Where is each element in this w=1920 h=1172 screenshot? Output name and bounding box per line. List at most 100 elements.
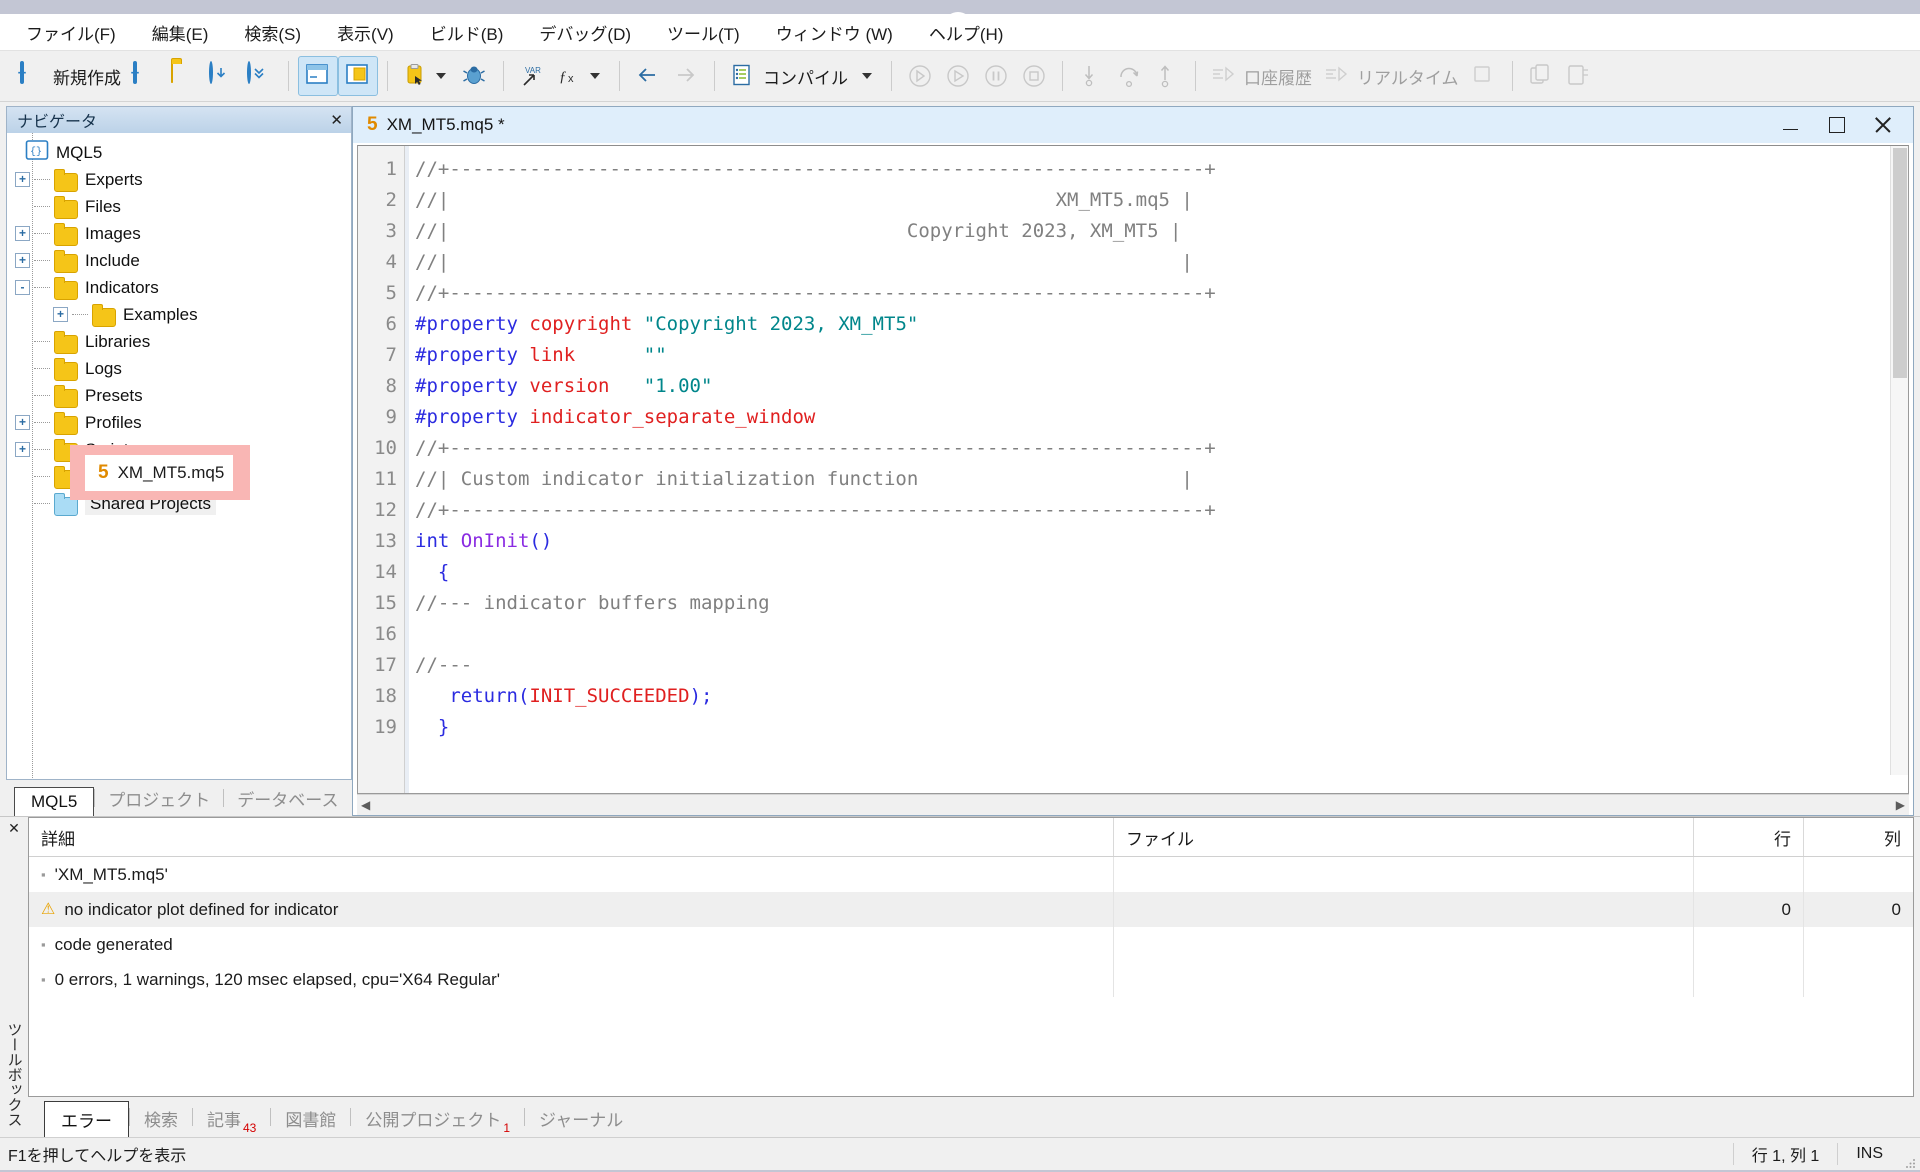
menu-window[interactable]: ウィンドウ (W) — [776, 20, 893, 45]
menu-file[interactable]: ファイル(F) — [26, 20, 116, 45]
scroll-right-icon[interactable]: ▶ — [1896, 798, 1905, 812]
menu-build[interactable]: ビルド(B) — [430, 20, 504, 45]
debug-pause-button[interactable] — [977, 57, 1015, 95]
column-header-file[interactable]: ファイル — [1113, 818, 1693, 856]
tree-expand-icon[interactable]: + — [15, 226, 30, 241]
tree-connector — [34, 421, 50, 424]
paste-button[interactable] — [397, 57, 456, 95]
toolbox-tab-ジャーナル[interactable]: ジャーナル — [525, 1100, 637, 1137]
step-out-button[interactable] — [1148, 57, 1186, 95]
table-row[interactable]: ▪ 'XM_MT5.mq5' — [29, 857, 1913, 892]
menu-view[interactable]: 表示(V) — [337, 20, 394, 45]
tree-item-profiles[interactable]: + Profiles — [7, 409, 351, 436]
menu-debug[interactable]: デバッグ(D) — [539, 20, 631, 45]
table-row[interactable]: ▪ 0 errors, 1 warnings, 120 msec elapsed,… — [29, 962, 1913, 997]
tree-item-logs[interactable]: Logs — [7, 355, 351, 382]
toolbox-close-icon[interactable]: ✕ — [8, 821, 20, 835]
tree-collapse-icon[interactable]: - — [15, 280, 30, 295]
editor-maximize-icon[interactable] — [1829, 117, 1845, 133]
compile-button[interactable]: コンパイル — [724, 57, 882, 95]
navigate-forward-button[interactable] — [667, 57, 705, 95]
open-folder-button[interactable] — [165, 57, 203, 95]
step-over-button[interactable] — [1110, 57, 1148, 95]
code-area[interactable]: 1 2 3 4 5 6 7 8 9 10 11 12 13 14 15 16 17 18 19 //+-------… — [357, 145, 1909, 794]
variables-button[interactable]: VAR — [513, 57, 551, 95]
toolbox-tab-記事[interactable]: 記事 43 — [193, 1100, 270, 1137]
debug-restart-button[interactable] — [901, 57, 939, 95]
new-file-button[interactable]: + 新規作成 — [14, 57, 127, 95]
tree-connector — [34, 178, 50, 181]
svg-text:{}: {} — [30, 146, 42, 158]
add-button[interactable]: + — [127, 57, 165, 95]
tree-expand-icon[interactable]: + — [15, 415, 30, 430]
tree-item-images[interactable]: + Images — [7, 220, 351, 247]
tree-item-indicators[interactable]: - Indicators — [7, 274, 351, 301]
code-token: //| | — [415, 251, 1193, 273]
compile-dropdown-icon[interactable] — [862, 73, 872, 79]
tree-item-examples[interactable]: + Examples — [7, 301, 351, 328]
toolbar: + 新規作成 + VAR ƒ x コンパイル 口座履歴 リアルタイム — [0, 51, 1920, 102]
highlight-file-callout[interactable]: 5 XM_MT5.mq5 — [85, 455, 233, 491]
toolbox-tab-エラー[interactable]: エラー — [44, 1101, 129, 1137]
tree-item-presets[interactable]: Presets — [7, 382, 351, 409]
debug-start-button[interactable] — [939, 57, 977, 95]
code-text[interactable]: //+-------------------------------------… — [409, 146, 1908, 793]
editor-vertical-scrollbar[interactable] — [1890, 146, 1908, 775]
tree-root-mql5[interactable]: {} MQL5 — [7, 139, 351, 166]
editor-horizontal-scrollbar[interactable]: ◀ ▶ — [357, 794, 1909, 815]
functions-button[interactable]: ƒx — [551, 57, 610, 95]
menu-tools[interactable]: ツール(T) — [667, 20, 740, 45]
debug-bug-button[interactable] — [456, 57, 494, 95]
toolbox-tab-図書館[interactable]: 図書館 — [271, 1100, 350, 1137]
warning-icon: ⚠ — [41, 900, 56, 918]
table-row[interactable]: ▪ code generated — [29, 927, 1913, 962]
menu-edit[interactable]: 編集(E) — [152, 20, 209, 45]
toggle-navigator-button[interactable] — [298, 56, 338, 96]
navigator-close-icon[interactable]: ✕ — [330, 111, 343, 129]
step-into-button[interactable] — [1072, 57, 1110, 95]
navigator-tree[interactable]: 5 XM_MT5.mq5 {} MQL5 + Experts Files + Images +… — [7, 133, 351, 778]
tree-expand-icon[interactable]: + — [15, 253, 30, 268]
fx-icon: ƒx — [557, 63, 583, 89]
copy-style-button[interactable] — [1522, 57, 1560, 95]
column-header-col[interactable]: 列 — [1803, 818, 1913, 856]
tree-expand-icon[interactable]: + — [53, 307, 68, 322]
paste-dropdown-icon[interactable] — [436, 73, 446, 79]
navigate-back-button[interactable] — [629, 57, 667, 95]
toolbox-tab-公開プロジェクト[interactable]: 公開プロジェクト 1 — [351, 1100, 524, 1137]
account-history-button[interactable]: 口座履歴 — [1205, 57, 1318, 95]
error-list-grid: 詳細 ファイル 行 列 ▪ 'XM_MT5.mq5' ⚠ no indicator p… — [28, 817, 1914, 1097]
tree-item-include[interactable]: + Include — [7, 247, 351, 274]
editor-minimize-icon[interactable] — [1783, 117, 1799, 133]
navigator-tab-データベース[interactable]: データベース — [224, 781, 351, 816]
toggle-toolbox-button[interactable] — [338, 56, 378, 96]
table-row[interactable]: ⚠ no indicator plot defined for indicator… — [29, 892, 1913, 927]
status-resize-grip[interactable] — [1901, 1137, 1920, 1172]
tree-item-libraries[interactable]: Libraries — [7, 328, 351, 355]
debug-stop-button[interactable] — [1015, 57, 1053, 95]
menu-help[interactable]: ヘルプ(H) — [929, 20, 1004, 45]
editor-vertical-scrollbar-thumb[interactable] — [1893, 148, 1907, 378]
editor-close-icon[interactable] — [1875, 117, 1891, 133]
tree-expand-icon[interactable]: + — [15, 442, 30, 457]
navigator-tab-プロジェクト[interactable]: プロジェクト — [95, 781, 223, 816]
stop-profiling-button[interactable] — [1465, 57, 1503, 95]
menu-search[interactable]: 検索(S) — [244, 20, 301, 45]
toolbox-tab-label: エラー — [61, 1112, 112, 1131]
column-header-line[interactable]: 行 — [1693, 818, 1803, 856]
tree-expand-icon[interactable]: + — [15, 172, 30, 187]
editor-tab-xm-mt5[interactable]: 5 XM_MT5.mq5 * — [367, 114, 505, 136]
realtime-button[interactable]: リアルタイム — [1318, 57, 1465, 95]
functions-dropdown-icon[interactable] — [590, 73, 600, 79]
tree-item-experts[interactable]: + Experts — [7, 166, 351, 193]
scroll-left-icon[interactable]: ◀ — [361, 798, 370, 812]
save-all-button[interactable] — [241, 57, 279, 95]
navigator-tab-MQL5[interactable]: MQL5 — [14, 787, 95, 816]
toolbox-tab-検索[interactable]: 検索 — [130, 1100, 192, 1137]
code-token: //+-------------------------------------… — [415, 158, 1216, 180]
save-button[interactable] — [203, 57, 241, 95]
tree-item-files[interactable]: Files — [7, 193, 351, 220]
mql5-storage-button[interactable] — [1560, 57, 1598, 95]
toolbar-separator-8 — [1195, 61, 1196, 91]
column-header-detail[interactable]: 詳細 — [29, 818, 1113, 856]
